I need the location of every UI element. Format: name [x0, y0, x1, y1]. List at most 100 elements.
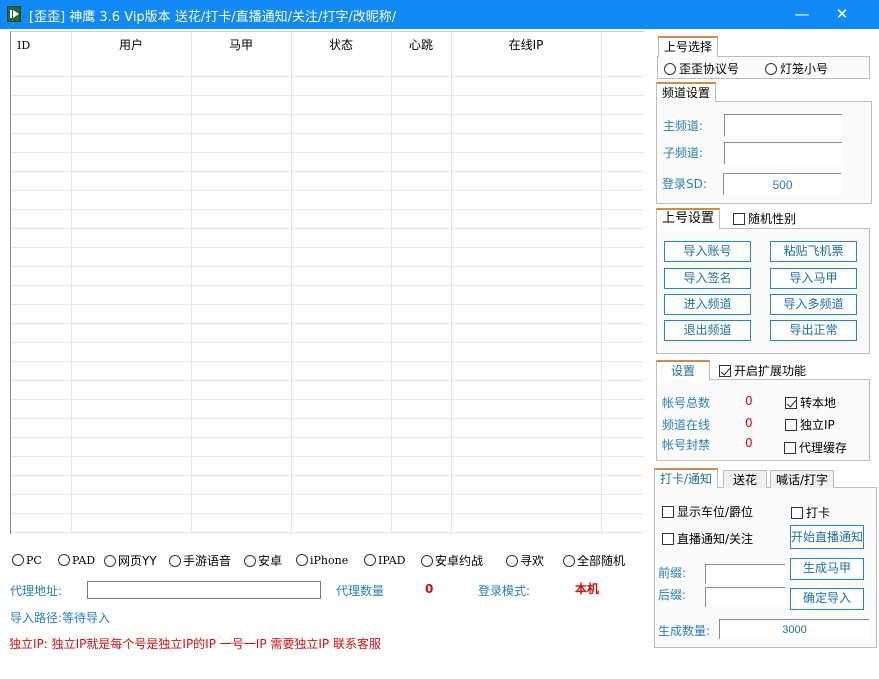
row-divider: [11, 342, 644, 343]
settings-panel: 帐号总数 0 频道在线 0 帐号封禁 0 转本地 独立IP 代理缓存: [656, 379, 870, 461]
enter-channel-button[interactable]: 进入频道: [664, 294, 751, 315]
proxy-address-input[interactable]: [87, 581, 321, 599]
row-divider: [11, 228, 644, 229]
column-header-extra[interactable]: [601, 32, 644, 61]
account-radio-yy-protocol[interactable]: 歪歪协议号: [664, 60, 739, 77]
row-divider: [11, 494, 644, 495]
suffix-input[interactable]: [705, 587, 785, 607]
confirm-import-button[interactable]: 确定导入: [790, 588, 864, 610]
checkbox-label: 显示车位/爵位: [677, 505, 754, 519]
platform-radio-android[interactable]: 安卓: [244, 552, 282, 570]
platform-radio-pad[interactable]: PAD: [58, 552, 95, 570]
platform-radio-iphone[interactable]: iPhone: [296, 552, 348, 570]
checkbox-label: 随机性别: [748, 212, 797, 226]
tab-channel-settings[interactable]: 频道设置: [656, 82, 717, 102]
show-seat-checkbox[interactable]: 显示车位/爵位: [662, 503, 753, 520]
login-sd-label: 登录SD:: [662, 177, 707, 191]
column-header-online-ip[interactable]: 在线IP: [451, 32, 601, 61]
platform-radio-mobile-voice[interactable]: 手游语音: [169, 552, 231, 570]
column-header-vest[interactable]: 马甲: [191, 32, 291, 61]
tab-send-flowers[interactable]: 送花: [723, 470, 767, 488]
row-divider: [11, 171, 644, 172]
platform-radio-pc[interactable]: PC: [12, 552, 42, 570]
exit-channel-button[interactable]: 退出频道: [664, 320, 751, 341]
start-live-notify-button[interactable]: 开始直播通知: [790, 525, 864, 549]
row-divider: [11, 152, 644, 153]
enable-extension-checkbox[interactable]: 开启扩展功能: [719, 362, 806, 379]
column-header-status[interactable]: 状态: [291, 32, 391, 61]
radio-label: PC: [26, 554, 42, 567]
column-header-user[interactable]: 用户: [71, 32, 191, 61]
platform-radio-android-battle[interactable]: 安卓约战: [421, 552, 483, 570]
radio-circle-icon: [104, 555, 116, 567]
login-mode-label: 登录模式:: [478, 584, 531, 598]
tab-login-settings[interactable]: 上号设置: [656, 208, 721, 229]
minimize-button[interactable]: —: [782, 2, 822, 27]
radio-label: 灯笼小号: [780, 62, 829, 76]
checkbox-label: 直播通知/关注: [677, 532, 754, 546]
main-channel-label: 主频道:: [663, 119, 704, 133]
stat-value-banned: 0: [745, 436, 753, 450]
radio-label: 寻欢: [520, 554, 545, 568]
close-button[interactable]: ✕: [822, 2, 862, 27]
generate-vest-button[interactable]: 生成马甲: [790, 558, 864, 580]
radio-label: PAD: [72, 554, 96, 567]
row-divider: [11, 323, 644, 324]
checkbox-icon: [733, 213, 745, 225]
row-divider: [11, 285, 644, 286]
import-multi-channel-button[interactable]: 导入多频道: [770, 294, 857, 315]
checkbox-icon: [662, 533, 674, 545]
checkbox-label: 打卡: [806, 506, 831, 520]
action-tab-panel: 显示车位/爵位 打卡 直播通知/关注 开始直播通知 前缀: 生成马甲 后缀: 确…: [654, 487, 877, 648]
tab-account-select[interactable]: 上号选择: [658, 36, 719, 57]
live-notify-checkbox[interactable]: 直播通知/关注: [662, 530, 753, 547]
checkbox-icon: [784, 442, 796, 454]
column-divider: [601, 32, 602, 534]
tab-settings[interactable]: 设置: [656, 360, 710, 380]
column-header-heartbeat[interactable]: 心跳: [391, 32, 451, 61]
import-accounts-button[interactable]: 导入账号: [664, 241, 751, 262]
row-divider: [11, 209, 644, 210]
account-radio-lantern[interactable]: 灯笼小号: [765, 60, 828, 77]
proxy-count-value: 0: [425, 582, 434, 596]
paste-ticket-button[interactable]: 粘贴飞机票: [770, 241, 857, 262]
checkin-checkbox[interactable]: 打卡: [791, 504, 830, 521]
row-divider: [11, 532, 644, 533]
platform-radio-web-yy[interactable]: 网页YY: [104, 552, 157, 570]
export-normal-button[interactable]: 导出正常: [770, 320, 857, 341]
to-local-checkbox[interactable]: 转本地: [785, 394, 836, 411]
account-table[interactable]: ID 用户 马甲 状态 心跳 在线IP: [10, 31, 644, 534]
tab-checkin-notify[interactable]: 打卡/通知: [654, 468, 719, 488]
independent-ip-checkbox[interactable]: 独立IP: [785, 416, 835, 433]
sub-channel-input[interactable]: [724, 142, 842, 164]
prefix-input[interactable]: [705, 564, 785, 584]
tab-shout-type[interactable]: 喊话/打字: [770, 470, 835, 488]
platform-radio-xunhuan[interactable]: 寻欢: [506, 552, 544, 570]
main-channel-input[interactable]: [724, 114, 842, 136]
radio-label: 歪歪协议号: [679, 62, 740, 76]
import-signature-button[interactable]: 导入签名: [664, 268, 751, 289]
row-divider: [11, 76, 644, 77]
radio-circle-icon: [765, 63, 777, 75]
checkbox-label: 转本地: [800, 396, 837, 410]
random-gender-checkbox[interactable]: 随机性别: [733, 210, 796, 227]
row-divider: [11, 95, 644, 96]
checkbox-label: 代理缓存: [799, 441, 848, 455]
row-divider: [11, 456, 644, 457]
row-divider: [11, 380, 644, 381]
row-divider: [11, 304, 644, 305]
gen-count-input[interactable]: [719, 619, 869, 639]
row-divider: [11, 399, 644, 400]
stat-label-total: 帐号总数: [662, 396, 711, 410]
row-divider: [11, 437, 644, 438]
row-divider: [11, 114, 644, 115]
import-vest-button[interactable]: 导入马甲: [770, 268, 857, 289]
proxy-address-label: 代理地址:: [10, 584, 63, 598]
proxy-cache-checkbox[interactable]: 代理缓存: [784, 439, 847, 456]
column-header-id[interactable]: ID: [11, 32, 71, 61]
channel-settings-panel: 主频道: 子频道: 登录SD:: [656, 101, 872, 204]
platform-radio-ipad[interactable]: IPAD: [364, 552, 406, 570]
gen-count-label: 生成数量:: [658, 624, 711, 638]
platform-radio-all-random[interactable]: 全部随机: [563, 552, 625, 570]
login-sd-input[interactable]: [723, 173, 841, 195]
